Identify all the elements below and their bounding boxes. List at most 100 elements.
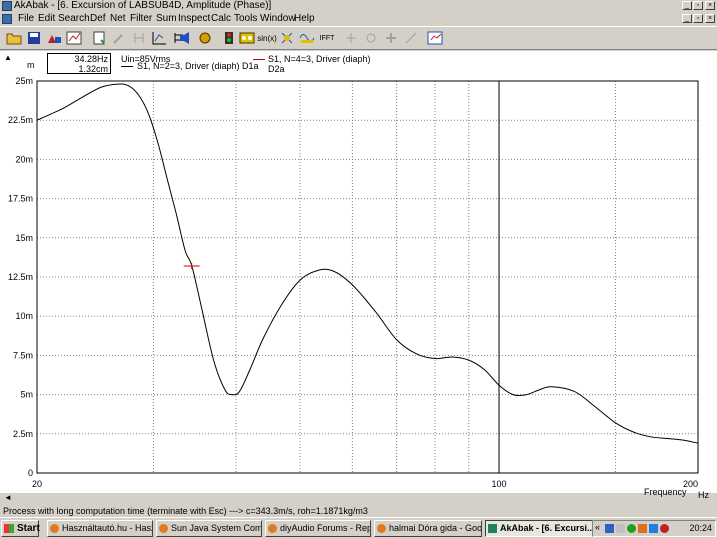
menu-sum[interactable]: Sum (156, 13, 177, 25)
task-akabak[interactable]: AkAbak - [6. Excursi... (485, 520, 593, 537)
window-title: AkAbak - [6. Excursion of LABSUB4D, Ampl… (14, 0, 272, 11)
driver-icon[interactable] (196, 29, 214, 47)
probe-icon[interactable] (110, 29, 128, 47)
document-icon[interactable] (2, 14, 12, 24)
update-tray-icon[interactable] (638, 524, 647, 533)
task-label: Használtautó.hu - Hasz... (62, 523, 153, 533)
cassette-icon[interactable] (238, 29, 256, 47)
child-minimize-button[interactable]: _ (682, 14, 692, 23)
plot-axes-icon[interactable] (150, 29, 168, 47)
zoom-grid-icon[interactable] (342, 29, 360, 47)
menu-inspect[interactable]: Inspect (178, 13, 210, 25)
ifft-button[interactable]: IFFT (318, 29, 336, 47)
antivirus-tray-icon[interactable] (627, 524, 636, 533)
menu-window[interactable]: Window (260, 13, 296, 25)
taskbar: Start Használtautó.hu - Hasz... Sun Java… (0, 517, 717, 538)
y-tick-label: 10m (15, 311, 33, 321)
menu-filter[interactable]: Filter (130, 13, 152, 25)
child-restore-button[interactable]: ▫ (693, 14, 703, 23)
legend-swatch-series1 (121, 66, 133, 67)
excursion-chart[interactable]: 02.5m5m7.5m10m12.5m15m17.5m20m22.5m25m20… (0, 51, 717, 493)
close-button[interactable]: × (705, 1, 715, 10)
save-icon[interactable] (25, 29, 43, 47)
scroll-left-icon[interactable]: ◄ (4, 493, 12, 502)
start-button[interactable]: Start (1, 520, 40, 537)
task-hasznaltauto[interactable]: Használtautó.hu - Hasz... (47, 520, 153, 537)
scroll-up-icon[interactable]: ▲ (4, 53, 12, 62)
task-label: AkAbak - [6. Excursi... (500, 523, 593, 533)
browser-icon (268, 524, 277, 533)
legend-swatch-series2 (253, 59, 265, 60)
start-label: Start (17, 523, 40, 534)
cursor-marker-layer (183, 263, 200, 270)
menu-tools[interactable]: Tools (234, 13, 257, 25)
task-label: halmai Dóra gida - Goog... (389, 523, 482, 533)
title-bar: AkAbak - [6. Excursion of LABSUB4D, Ampl… (0, 0, 717, 12)
cursor-frequency: 34.28Hz (74, 54, 108, 64)
menu-bar: File Edit Search Def Net Filter Sum Insp… (0, 12, 717, 26)
y-tick-label: 17.5m (8, 194, 33, 204)
toolbar: sin(x) IFFT (0, 26, 717, 50)
marker-icon[interactable] (382, 29, 400, 47)
open-folder-icon[interactable] (5, 29, 23, 47)
network-icon[interactable] (45, 29, 63, 47)
chart-icon[interactable] (65, 29, 83, 47)
app-icon (2, 1, 12, 11)
waveform-icon[interactable] (298, 29, 316, 47)
y-tick-label: 7.5m (13, 350, 33, 360)
cursor-icon[interactable] (278, 29, 296, 47)
crosshair-icon[interactable] (362, 29, 380, 47)
menu-edit[interactable]: Edit (38, 13, 55, 25)
series-line-1 (36, 83, 699, 444)
tray-expand-icon[interactable]: « (595, 522, 600, 532)
task-diyaudio[interactable]: diyAudio Forums - Repl... (265, 520, 371, 537)
bluetooth-tray-icon[interactable] (649, 524, 658, 533)
traffic-light-icon[interactable] (220, 29, 238, 47)
y-tick-label: 0 (28, 468, 33, 478)
x-unit-label: Hz (698, 490, 709, 500)
x-tick-label: 100 (492, 479, 507, 489)
speaker-icon[interactable] (176, 29, 194, 47)
legend: Uin=85Vrms S1, N=2=3, Driver (diaph) D1a… (117, 53, 383, 77)
volume-tray-icon[interactable] (616, 524, 625, 533)
legend-series1: S1, N=2=3, Driver (diaph) D1a (137, 61, 259, 71)
task-halmai[interactable]: halmai Dóra gida - Goog... (374, 520, 482, 537)
menu-calc[interactable]: Calc (211, 13, 231, 25)
browser-icon (50, 524, 59, 533)
cursor-value: 1.32cm (78, 64, 108, 74)
menu-net[interactable]: Net (110, 13, 126, 25)
child-close-button[interactable]: × (705, 14, 715, 23)
y-unit-label: m (27, 60, 35, 70)
menu-search[interactable]: Search (58, 13, 90, 25)
network-tray-icon[interactable] (605, 524, 614, 533)
windows-flag-icon (4, 524, 14, 533)
y-tick-label: 20m (15, 154, 33, 164)
browser-icon (377, 524, 386, 533)
y-tick-label: 15m (15, 233, 33, 243)
x-tick-label: 20 (32, 479, 42, 489)
restore-button[interactable]: ▫ (693, 1, 703, 10)
menu-file[interactable]: File (18, 13, 34, 25)
clock: 20:24 (689, 523, 712, 533)
task-label: Sun Java System Com... (171, 523, 262, 533)
security-tray-icon[interactable] (660, 524, 669, 533)
cursor-readout: 34.28Hz 1.32cm (47, 53, 111, 74)
menu-help[interactable]: Help (294, 13, 315, 25)
scale-icon[interactable] (402, 29, 420, 47)
minimize-button[interactable]: _ (682, 1, 692, 10)
grid (36, 80, 699, 474)
x-axis-label: Frequency (644, 487, 687, 497)
menu-def[interactable]: Def (90, 13, 106, 25)
y-tick-label: 5m (20, 390, 33, 400)
task-label: diyAudio Forums - Repl... (280, 523, 371, 533)
document-edit-icon[interactable] (90, 29, 108, 47)
plot-window[interactable]: 0 2.5m 5m 7.5m 10m 12.5m 15m 17.5m 20m 22.5m 25m 20… (0, 51, 717, 497)
y-tick-label: 12.5m (8, 272, 33, 282)
sin-button[interactable]: sin(x) (257, 29, 277, 47)
legend-series2: S1, N=4=3, Driver (diaph) D2a (268, 54, 371, 74)
layout-icon[interactable] (426, 29, 444, 47)
fork-icon[interactable] (130, 29, 148, 47)
y-tick-label: 2.5m (13, 429, 33, 439)
system-tray: « 20:24 (592, 520, 716, 537)
task-sun-java[interactable]: Sun Java System Com... (156, 520, 262, 537)
